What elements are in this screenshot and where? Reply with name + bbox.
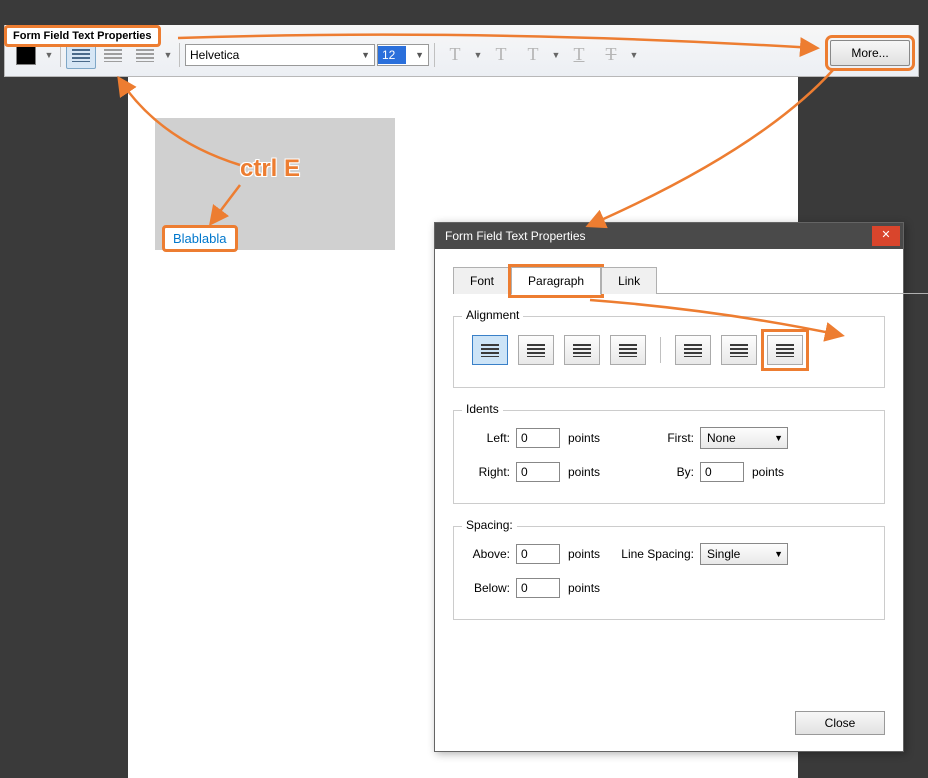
- left-label: Left:: [466, 431, 516, 445]
- font-name: Helvetica: [190, 48, 239, 62]
- above-label: Above:: [466, 547, 516, 561]
- unit-label: points: [744, 465, 794, 479]
- by-label: By:: [610, 465, 700, 479]
- text-properties-dialog: Form Field Text Properties ✕ Font Paragr…: [434, 222, 904, 752]
- dialog-close-button[interactable]: Close: [795, 711, 885, 735]
- shortcut-label: ctrl E: [240, 155, 300, 183]
- unit-label: points: [560, 431, 610, 445]
- dropdown-icon[interactable]: ▼: [550, 50, 562, 60]
- by-input[interactable]: 0: [700, 462, 744, 482]
- subscript-button[interactable]: T: [518, 41, 548, 69]
- alignment-panel: Alignment: [453, 316, 885, 388]
- space-above-input[interactable]: 0: [516, 544, 560, 564]
- toolbar-title-badge: Form Field Text Properties: [4, 25, 161, 47]
- spacing-panel: Spacing: Above: 0 points Line Spacing: S…: [453, 526, 885, 620]
- more-button[interactable]: More...: [830, 40, 910, 66]
- space-below-input[interactable]: 0: [516, 578, 560, 598]
- valign-middle-button[interactable]: [721, 335, 757, 365]
- line-spacing-combo[interactable]: Single▼: [700, 543, 788, 565]
- tab-font[interactable]: Font: [453, 267, 511, 294]
- valign-top-button[interactable]: [675, 335, 711, 365]
- font-size-select[interactable]: 12 ▼: [377, 44, 429, 66]
- dropdown-icon[interactable]: ▼: [472, 50, 484, 60]
- underline-button[interactable]: T: [564, 41, 594, 69]
- halign-left-button[interactable]: [472, 335, 508, 365]
- dropdown-icon[interactable]: ▼: [162, 50, 174, 60]
- dropdown-icon[interactable]: ▼: [43, 50, 55, 60]
- first-indent-combo[interactable]: None▼: [700, 427, 788, 449]
- linespacing-label: Line Spacing:: [610, 547, 700, 561]
- font-size-value: 12: [378, 46, 406, 64]
- alignment-label: Alignment: [462, 308, 523, 322]
- close-icon[interactable]: ✕: [872, 226, 900, 246]
- indents-panel: Idents Left: 0 points First: None▼ Right…: [453, 410, 885, 504]
- tab-paragraph[interactable]: Paragraph: [511, 267, 601, 295]
- valign-bottom-button[interactable]: [767, 335, 803, 365]
- sample-text-field[interactable]: Blablabla: [162, 225, 238, 252]
- unit-label: points: [560, 547, 610, 561]
- dialog-titlebar: Form Field Text Properties ✕: [435, 223, 903, 249]
- right-indent-input[interactable]: 0: [516, 462, 560, 482]
- superscript-button[interactable]: T: [486, 41, 516, 69]
- strike-button[interactable]: T: [596, 41, 626, 69]
- first-label: First:: [610, 431, 700, 445]
- spacing-label: Spacing:: [462, 518, 517, 532]
- halign-right-button[interactable]: [564, 335, 600, 365]
- indents-label: Idents: [462, 402, 503, 416]
- unit-label: points: [560, 581, 610, 595]
- font-select[interactable]: Helvetica ▼: [185, 44, 375, 66]
- below-label: Below:: [466, 581, 516, 595]
- halign-justify-button[interactable]: [610, 335, 646, 365]
- dialog-title: Form Field Text Properties: [445, 229, 586, 243]
- right-label: Right:: [466, 465, 516, 479]
- char-spacing-button[interactable]: T: [440, 41, 470, 69]
- tab-link[interactable]: Link: [601, 267, 657, 294]
- halign-center-button[interactable]: [518, 335, 554, 365]
- dropdown-icon[interactable]: ▼: [628, 50, 640, 60]
- unit-label: points: [560, 465, 610, 479]
- left-indent-input[interactable]: 0: [516, 428, 560, 448]
